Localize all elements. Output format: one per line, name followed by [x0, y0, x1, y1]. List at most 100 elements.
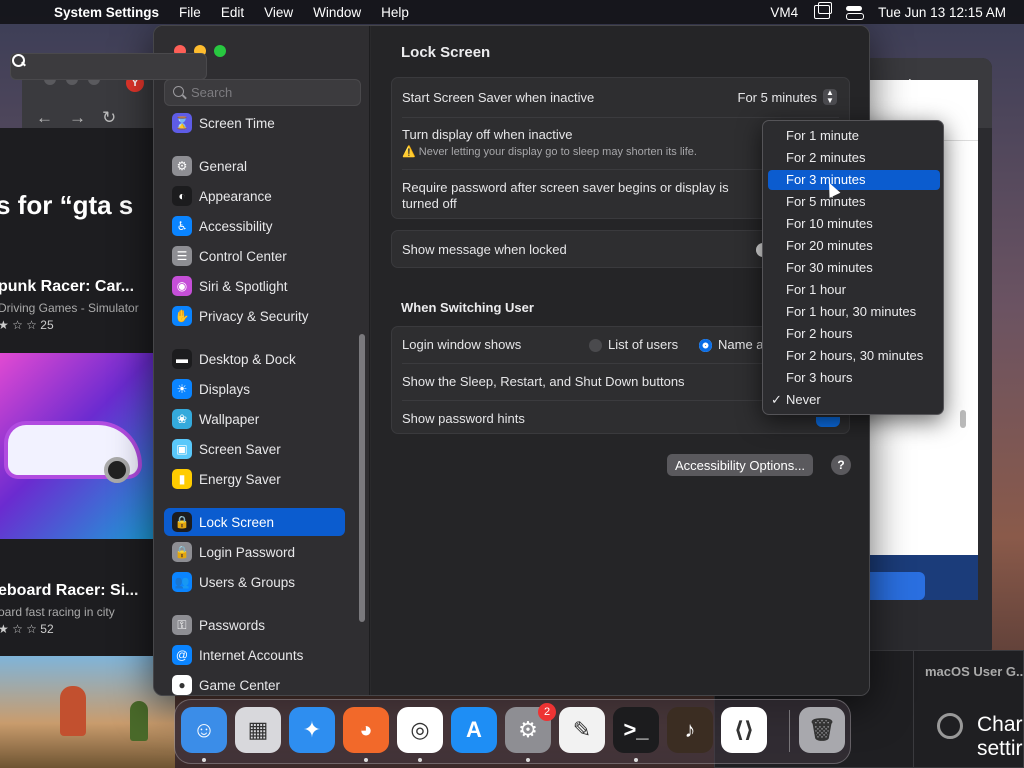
dropdown-option[interactable]: For 5 minutes	[768, 192, 940, 212]
radio-name-and-password[interactable]	[699, 339, 712, 353]
terminal-icon[interactable]: >_	[613, 707, 659, 753]
sidebar-scrollbar[interactable]	[359, 334, 365, 622]
dropdown-option[interactable]: For 1 hour	[768, 280, 940, 300]
require-password-label: Require password after screen saver begi…	[402, 180, 729, 211]
gear-icon: ⚙	[172, 156, 192, 176]
control-center-icon[interactable]	[846, 6, 865, 20]
trash-icon[interactable]: 🗑	[799, 707, 845, 753]
app-result-rating: ★ ☆ ☆ 52	[0, 622, 54, 636]
menu-help[interactable]: Help	[371, 5, 419, 20]
dropdown-option[interactable]: For 1 hour, 30 minutes	[768, 302, 940, 322]
launchpad-icon[interactable]: ▦	[235, 707, 281, 753]
app-store-window: s for “gta s punk Racer: Car... Driving …	[0, 128, 160, 658]
menu-file[interactable]: File	[169, 5, 211, 20]
menu-view[interactable]: View	[254, 5, 303, 20]
battery-icon: ▮	[172, 469, 192, 489]
sidebar-item-game-center[interactable]: ● Game Center	[164, 671, 345, 695]
back-arrow-icon[interactable]: ←	[36, 108, 53, 128]
sidebar-item-displays[interactable]: ☀ Displays	[164, 375, 345, 403]
up-down-chevron-icon: ▲ ▼	[823, 89, 837, 105]
sidebar-item-login-password[interactable]: 🔒 Login Password	[164, 538, 345, 566]
firefox-icon[interactable]: ◕	[343, 707, 389, 753]
sidebar-item-energy-saver[interactable]: ▮ Energy Saver	[164, 465, 345, 493]
help-button[interactable]: ?	[831, 455, 851, 475]
screen-saver-value: For 5 minutes	[737, 89, 817, 105]
window-switcher-icon[interactable]	[814, 2, 833, 19]
accessibility-icon: ♿	[172, 216, 192, 236]
screen-saver-popup[interactable]: For 5 minutes ▲ ▼	[738, 89, 837, 105]
forward-arrow-icon[interactable]: →	[69, 108, 86, 128]
app-result-title[interactable]: eboard Racer: Si...	[0, 582, 139, 600]
sidebar-item-control-center[interactable]: ☰ Control Center	[164, 242, 345, 270]
chrome-icon[interactable]: ◎	[397, 707, 443, 753]
dropdown-option[interactable]: For 2 minutes	[768, 148, 940, 168]
login-option-name-and-password[interactable]: Name a	[699, 337, 764, 353]
sidebar-item-lock-screen[interactable]: 🔒 Lock Screen	[164, 508, 345, 536]
dropdown-option[interactable]: For 3 minutes	[768, 170, 940, 190]
reload-icon[interactable]: ↻	[102, 108, 116, 128]
zoom-window-button[interactable]	[214, 45, 226, 57]
spotlight-search-icon[interactable]	[10, 53, 207, 80]
checkmark-icon: ✓	[771, 392, 782, 407]
sidebar-item-general[interactable]: ⚙ General	[164, 152, 345, 180]
sidebar-item-privacy-security[interactable]: ✋ Privacy & Security	[164, 302, 345, 330]
key-icon: ⚿	[172, 615, 192, 635]
menu-window[interactable]: Window	[303, 5, 371, 20]
app-result-subtitle: oard fast racing in city	[0, 605, 115, 619]
keyboard-input-indicator[interactable]: VM4	[770, 5, 798, 20]
sidebar-item-internet-accounts[interactable]: @ Internet Accounts	[164, 641, 345, 669]
radio-list-of-users[interactable]	[589, 339, 602, 353]
dropdown-option[interactable]: For 20 minutes	[768, 236, 940, 256]
character-figure	[130, 701, 148, 741]
menu-edit[interactable]: Edit	[211, 5, 254, 20]
vscode-icon[interactable]: ⟨⟩	[721, 707, 767, 753]
password-hints-toggle[interactable]	[816, 417, 840, 427]
dropdown-option-label: For 2 hours, 30 minutes	[786, 348, 924, 363]
search-icon	[173, 86, 184, 97]
sidebar-item-appearance[interactable]: ◐ Appearance	[164, 182, 345, 210]
dropdown-option[interactable]: ✓ Never	[768, 390, 940, 410]
users-icon: 👥	[172, 572, 192, 592]
sidebar-item-siri-spotlight[interactable]: ◉ Siri & Spotlight	[164, 272, 345, 300]
sleep-buttons-label: Show the Sleep, Restart, and Shut Down b…	[402, 374, 685, 389]
app-result-title[interactable]: punk Racer: Car...	[0, 278, 134, 296]
sidebar-item-screen-time[interactable]: ⌛ Screen Time	[164, 109, 345, 137]
garageband-icon[interactable]: ♪	[667, 707, 713, 753]
sidebar-item-screen-saver[interactable]: ▣ Screen Saver	[164, 435, 345, 463]
login-option-list-of-users[interactable]: List of users	[589, 337, 678, 353]
sidebar-item-desktop-dock[interactable]: ▬ Desktop & Dock	[164, 345, 345, 373]
accessibility-options-button[interactable]: Accessibility Options...	[667, 454, 814, 476]
dropdown-option[interactable]: For 2 hours	[768, 324, 940, 344]
safari-icon[interactable]: ✦	[289, 707, 335, 753]
dropdown-option[interactable]: For 2 hours, 30 minutes	[768, 346, 940, 366]
app-screenshot-art[interactable]	[0, 353, 160, 539]
dropdown-option[interactable]: For 3 hours	[768, 368, 940, 388]
settings-icon[interactable]: ⚙ 2	[505, 703, 556, 753]
screen-saver-dropdown-menu: For 1 minute For 2 minutes For 3 minutes Fo…	[762, 120, 944, 415]
textedit-icon[interactable]: ✎	[559, 707, 605, 753]
sidebar-item-wallpaper[interactable]: ❀ Wallpaper	[164, 405, 345, 433]
browser-scrollbar[interactable]	[960, 410, 966, 428]
dropdown-option[interactable]: For 1 minute	[768, 126, 940, 146]
sidebar-item-label: Desktop & Dock	[199, 351, 296, 367]
help-window-text: Char settir	[977, 713, 1023, 760]
sidebar-item-accessibility[interactable]: ♿ Accessibility	[164, 212, 345, 240]
sidebar-item-label: Control Center	[199, 248, 287, 264]
help-window-title: macOS User G...	[925, 664, 1024, 679]
sidebar-item-label: Screen Time	[199, 115, 275, 131]
radio-name-label: Name a	[718, 337, 764, 352]
dropdown-option[interactable]: For 10 minutes	[768, 214, 940, 234]
notification-badge: 2	[538, 703, 556, 721]
sidebar-item-passwords[interactable]: ⚿ Passwords	[164, 611, 345, 639]
menu-clock[interactable]: Tue Jun 13 12:15 AM	[878, 5, 1006, 20]
app-store-icon[interactable]: A	[451, 707, 497, 753]
game-screenshot-photo	[0, 656, 175, 768]
sidebar-search-input[interactable]: Search	[164, 79, 361, 106]
app-result-rating: ★ ☆ ☆ 25	[0, 318, 54, 332]
sidebar-item-users-groups[interactable]: 👥 Users & Groups	[164, 568, 345, 596]
finder-icon[interactable]: ☺	[181, 707, 227, 753]
display-off-label: Turn display off when inactive	[402, 127, 573, 142]
dropdown-option[interactable]: For 30 minutes	[768, 258, 940, 278]
menu-app-name[interactable]: System Settings	[52, 5, 169, 20]
running-indicator	[364, 758, 368, 762]
